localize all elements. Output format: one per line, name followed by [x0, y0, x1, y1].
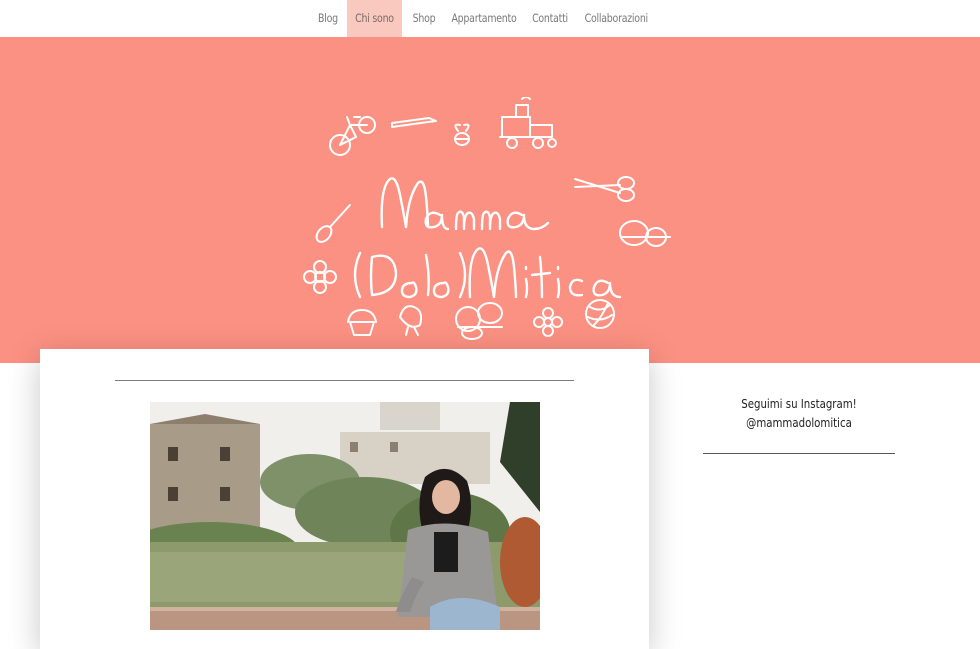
yarn-ball-icon [585, 299, 615, 329]
instagram-handle[interactable]: @mammadolomitica [715, 414, 883, 433]
logo-lettering [353, 177, 622, 299]
sidebar-divider [703, 453, 895, 454]
butterfly-icon [619, 220, 671, 247]
bee-icon [454, 123, 470, 146]
bicycle-icon [329, 116, 376, 156]
flower-icon [303, 260, 337, 294]
flower-bottom-icon [533, 307, 563, 337]
train-icon [499, 97, 557, 149]
nav-item-chi-sono[interactable]: Chi sono [351, 0, 398, 37]
nav-item-appartamento[interactable]: Appartamento [451, 0, 517, 37]
divider [115, 380, 574, 381]
cupcake-icon [347, 309, 377, 336]
spoon-icon [315, 204, 351, 243]
site-logo[interactable] [290, 97, 690, 347]
bird-icon [399, 305, 423, 336]
nav-item-collaborazioni[interactable]: Collaborazioni [585, 0, 649, 37]
instagram-callout: Seguimi su Instagram! @mammadolomitica [715, 395, 883, 433]
post-card [40, 349, 649, 649]
instagram-title: Seguimi su Instagram! [741, 397, 857, 411]
hero-banner [0, 37, 980, 363]
pencil-icon [391, 117, 437, 128]
scissors-icon [574, 176, 635, 202]
nav-item-shop[interactable]: Shop [409, 0, 439, 37]
butterfly-bottom-icon [455, 302, 503, 340]
profile-photo[interactable] [150, 402, 540, 630]
top-nav: Blog Chi sono Shop Appartamento Contatti… [0, 0, 980, 37]
nav-item-contatti[interactable]: Contatti [530, 0, 569, 37]
nav-item-blog[interactable]: Blog [313, 0, 343, 37]
